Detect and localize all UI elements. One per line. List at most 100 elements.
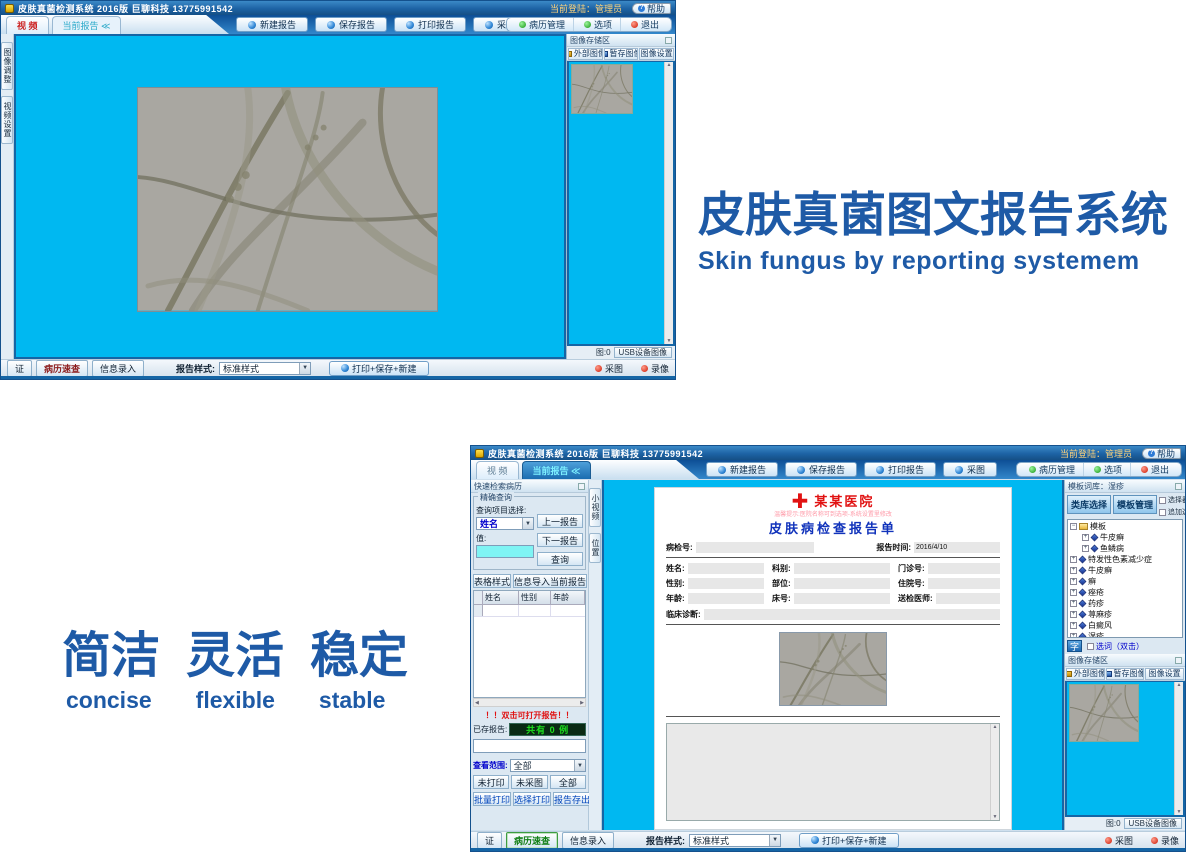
saved-report-input[interactable] (473, 739, 586, 753)
filter-unprinted-button[interactable]: 未打印 (473, 775, 509, 789)
tree-item[interactable]: +痤疮 (1070, 587, 1182, 598)
cert-button[interactable]: 证 (7, 360, 32, 377)
tree-item[interactable]: +荨麻疹 (1070, 609, 1182, 620)
character-button[interactable]: 字 (1067, 640, 1082, 652)
external-image-button[interactable]: 外部图像 (568, 48, 603, 60)
scroll-up-icon[interactable]: ▲ (667, 62, 672, 68)
side-tab-image-adjust[interactable]: 图像调整 (1, 42, 13, 90)
panel-collapse-button[interactable] (1175, 483, 1182, 490)
filter-uncaptured-button[interactable]: 未采图 (511, 775, 547, 789)
print-report-button[interactable]: 打印报告 (864, 462, 936, 477)
previous-report-button[interactable]: 上一报告 (537, 514, 583, 528)
query-value-input[interactable] (476, 545, 534, 558)
template-tree[interactable]: −模板 +牛皮癣 +鱼鳞病 +特发性色素减少症 +牛皮癣 +癣 +痤疮 +药疹 … (1067, 519, 1183, 638)
scroll-left-icon[interactable]: ◀ (475, 700, 479, 706)
quick-search-button[interactable]: 病历速查 (506, 832, 558, 849)
capture-button[interactable]: 采图 (943, 462, 997, 477)
tree-plus-icon[interactable]: + (1082, 534, 1089, 541)
temp-image-button[interactable]: 暂存图像 (1106, 668, 1145, 680)
temp-image-button[interactable]: 暂存图像 (604, 48, 639, 60)
tab-video[interactable]: 视 频 (476, 461, 519, 479)
live-video-area[interactable] (14, 34, 566, 359)
side-tab-video-settings[interactable]: 视频设置 (1, 96, 13, 144)
options-button[interactable]: 选项 (576, 18, 621, 31)
tree-item[interactable]: +牛皮癣 (1070, 532, 1182, 543)
tree-plus-icon[interactable]: + (1082, 545, 1089, 552)
tree-plus-icon[interactable]: + (1070, 556, 1077, 563)
report-style-select[interactable]: 标准样式 ▼ (689, 834, 781, 847)
table-row[interactable] (474, 605, 585, 617)
tab-video[interactable]: 视 频 (6, 16, 49, 34)
scroll-down-icon[interactable]: ▼ (667, 338, 672, 344)
tree-item[interactable]: +药疹 (1070, 598, 1182, 609)
record-video-button[interactable]: 录像 (1151, 834, 1179, 847)
quick-search-button[interactable]: 病历速查 (36, 360, 88, 377)
tab-current-report[interactable]: 当前报告 ≪ (522, 461, 592, 479)
image-settings-button[interactable]: 图像设置 (1145, 668, 1184, 680)
vertical-scrollbar[interactable]: ▲▼ (664, 62, 673, 344)
tree-plus-icon[interactable]: + (1070, 589, 1077, 596)
export-report-button[interactable]: 报告存出 (553, 792, 591, 806)
panel-collapse-button[interactable] (665, 37, 672, 44)
record-video-button[interactable]: 录像 (641, 362, 669, 375)
side-tab-mini-video[interactable]: 小视频 (589, 488, 601, 527)
info-entry-button[interactable]: 信息录入 (562, 832, 614, 849)
filter-all-button[interactable]: 全部 (550, 775, 586, 789)
scroll-right-icon[interactable]: ▶ (580, 700, 584, 706)
tree-plus-icon[interactable]: + (1070, 622, 1077, 629)
tree-item[interactable]: +癣 (1070, 576, 1182, 587)
tree-item-root[interactable]: −模板 (1070, 521, 1182, 532)
image-store-list[interactable]: ▲▼ (1065, 681, 1185, 817)
side-tab-position[interactable]: 位置 (589, 533, 601, 563)
image-settings-button[interactable]: 图像设置 (639, 48, 674, 60)
select-print-button[interactable]: 选择打印 (513, 792, 551, 806)
help-button[interactable]: ? 帮助 (1142, 448, 1181, 459)
batch-print-button[interactable]: 批量打印 (473, 792, 511, 806)
usb-device-image-button[interactable]: USB设备图像 (614, 347, 672, 358)
scroll-up-icon[interactable]: ▲ (1177, 682, 1182, 688)
query-field-select[interactable]: 姓名 ▼ (476, 517, 534, 530)
view-range-select[interactable]: 全部 ▼ (510, 759, 586, 772)
import-to-report-button[interactable]: 信息导入当前报告 (513, 574, 587, 588)
save-report-button[interactable]: 保存报告 (785, 462, 857, 477)
print-save-new-button[interactable]: 打印+保存+新建 (799, 833, 899, 848)
options-button[interactable]: 选项 (1086, 463, 1131, 476)
append-checkbox[interactable]: 追加选入 (1159, 507, 1186, 517)
vertical-scrollbar[interactable]: ▲▼ (990, 724, 999, 820)
tree-minus-icon[interactable]: − (1070, 523, 1077, 530)
image-store-list[interactable]: ▲▼ (567, 61, 675, 346)
results-table[interactable]: 姓名 性别 年龄 (473, 590, 586, 698)
next-report-button[interactable]: 下一报告 (537, 533, 583, 547)
tree-item[interactable]: +鱼鳞病 (1070, 543, 1182, 554)
horizontal-scrollbar[interactable]: ◀▶ (473, 698, 586, 707)
report-style-select[interactable]: 标准样式 ▼ (219, 362, 311, 375)
new-report-button[interactable]: 新建报告 (236, 17, 308, 32)
help-button[interactable]: ? 帮助 (632, 3, 671, 14)
template-manage-button[interactable]: 模板管理 (1113, 495, 1157, 514)
capture-image-button[interactable]: 采图 (595, 362, 623, 375)
tree-item[interactable]: +湿疹 (1070, 631, 1182, 638)
search-button[interactable]: 查询 (537, 552, 583, 566)
exit-button[interactable]: 退出 (1133, 463, 1177, 476)
table-style-button[interactable]: 表格样式 (473, 574, 511, 588)
panel-collapse-button[interactable] (1175, 657, 1182, 664)
scroll-down-icon[interactable]: ▼ (1177, 809, 1182, 815)
records-button[interactable]: 病历管理 (1021, 463, 1084, 476)
stored-image-thumbnail[interactable] (571, 64, 633, 114)
report-notes-area[interactable]: ▲▼ (666, 723, 1000, 821)
usb-device-image-button[interactable]: USB设备图像 (1124, 818, 1182, 829)
exit-button[interactable]: 退出 (623, 18, 667, 31)
vertical-scrollbar[interactable]: ▲▼ (1174, 682, 1183, 815)
tree-plus-icon[interactable]: + (1070, 600, 1077, 607)
tree-plus-icon[interactable]: + (1070, 567, 1077, 574)
print-save-new-button[interactable]: 打印+保存+新建 (329, 361, 429, 376)
info-entry-button[interactable]: 信息录入 (92, 360, 144, 377)
external-image-button[interactable]: 外部图像 (1066, 668, 1105, 680)
tree-item[interactable]: +白癜风 (1070, 620, 1182, 631)
tree-plus-icon[interactable]: + (1070, 578, 1077, 585)
stored-image-thumbnail[interactable] (1069, 684, 1139, 742)
selector-checkbox[interactable]: 选择器 (1159, 495, 1186, 505)
print-report-button[interactable]: 打印报告 (394, 17, 466, 32)
cert-button[interactable]: 证 (477, 832, 502, 849)
records-button[interactable]: 病历管理 (511, 18, 574, 31)
